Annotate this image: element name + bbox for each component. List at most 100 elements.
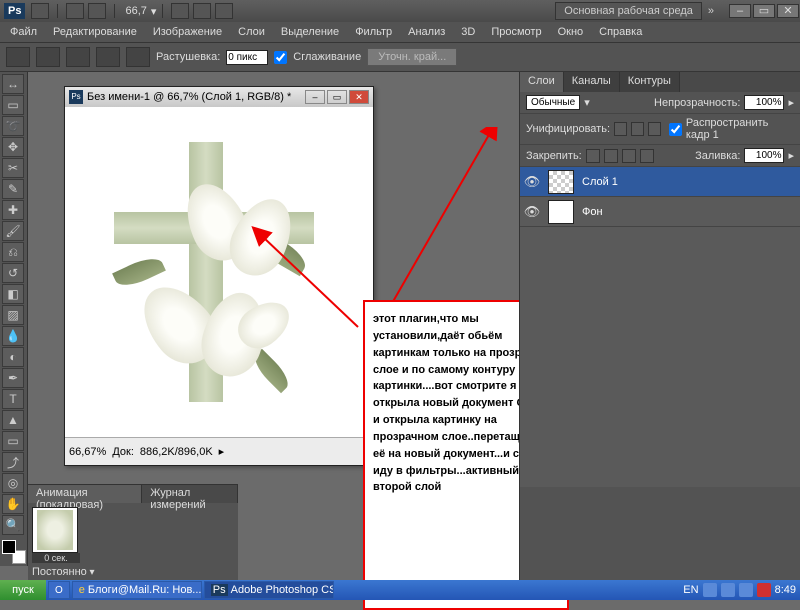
launch-bridge-icon[interactable]: [31, 3, 49, 19]
taskbar-opera-icon[interactable]: O: [48, 581, 70, 599]
doc-close-button[interactable]: ✕: [349, 90, 369, 104]
view-extras-icon[interactable]: [171, 3, 189, 19]
document-canvas[interactable]: [65, 107, 373, 437]
tab-paths[interactable]: Контуры: [620, 72, 680, 92]
menu-layers[interactable]: Слои: [232, 24, 271, 40]
layer-thumbnail[interactable]: [548, 170, 574, 194]
expand-panels-icon[interactable]: »: [708, 5, 714, 17]
doc-maximize-button[interactable]: ▭: [327, 90, 347, 104]
hand-tool[interactable]: ✋: [2, 494, 24, 514]
feather-input[interactable]: [226, 50, 268, 65]
selection-mode-add-icon[interactable]: [66, 47, 90, 67]
color-swatches[interactable]: [2, 540, 26, 564]
taskbar-button-browser[interactable]: eБлоги@Mail.Ru: Нов...: [72, 581, 202, 599]
selection-mode-intersect-icon[interactable]: [126, 47, 150, 67]
zoom-level[interactable]: 66,7: [125, 5, 146, 17]
menu-window[interactable]: Окно: [552, 24, 590, 40]
tray-lang[interactable]: EN: [683, 584, 698, 596]
propagate-checkbox[interactable]: [669, 123, 682, 136]
gradient-tool[interactable]: ▨: [2, 305, 24, 325]
unify-position-icon[interactable]: [614, 122, 627, 136]
tray-icon[interactable]: [739, 583, 753, 597]
healing-brush-tool[interactable]: ✚: [2, 200, 24, 220]
clone-stamp-tool[interactable]: ⎌: [2, 242, 24, 262]
menu-view[interactable]: Просмотр: [485, 24, 547, 40]
taskbar-button-photoshop[interactable]: PsAdobe Photoshop CS...: [204, 581, 334, 599]
doc-zoom-display[interactable]: 66,67%: [69, 446, 106, 458]
arrange-docs-icon[interactable]: [193, 3, 211, 19]
maximize-button[interactable]: ▭: [753, 4, 775, 18]
fg-color[interactable]: [2, 540, 16, 554]
menu-image[interactable]: Изображение: [147, 24, 228, 40]
lock-pixels-icon[interactable]: [604, 149, 618, 163]
unify-style-icon[interactable]: [648, 122, 661, 136]
history-brush-tool[interactable]: ↺: [2, 263, 24, 283]
document-titlebar[interactable]: Ps Без имени-1 @ 66,7% (Слой 1, RGB/8) *…: [65, 87, 373, 107]
layers-empty-area[interactable]: [520, 227, 800, 487]
lock-all-icon[interactable]: [640, 149, 654, 163]
layer-row[interactable]: 👁 Фон: [520, 197, 800, 227]
refine-edge-button[interactable]: Уточн. край...: [367, 48, 457, 66]
menu-3d[interactable]: 3D: [455, 24, 481, 40]
frame-delay[interactable]: 0 сек.: [32, 553, 80, 563]
lasso-tool[interactable]: ➰: [2, 116, 24, 136]
pen-tool[interactable]: ✒: [2, 368, 24, 388]
3d-rotate-tool[interactable]: ⤴: [2, 452, 24, 472]
tab-layers[interactable]: Слои: [520, 72, 564, 92]
tab-measurement-log[interactable]: Журнал измерений: [142, 485, 238, 503]
workspace-switcher[interactable]: Основная рабочая среда: [555, 2, 702, 20]
type-tool[interactable]: T: [2, 389, 24, 409]
menu-filter[interactable]: Фильтр: [349, 24, 398, 40]
hand-tool-icon[interactable]: [66, 3, 84, 19]
tray-icon[interactable]: [721, 583, 735, 597]
menu-select[interactable]: Выделение: [275, 24, 345, 40]
eye-icon[interactable]: 👁: [520, 174, 544, 190]
menu-edit[interactable]: Редактирование: [47, 24, 143, 40]
close-button[interactable]: ✕: [777, 4, 799, 18]
minimize-button[interactable]: ‒: [729, 4, 751, 18]
crop-tool[interactable]: ✂: [2, 158, 24, 178]
menu-analysis[interactable]: Анализ: [402, 24, 451, 40]
tray-clock[interactable]: 8:49: [775, 584, 796, 596]
eyedropper-tool[interactable]: ✎: [2, 179, 24, 199]
zoom-tool[interactable]: 🔍: [2, 515, 24, 535]
blend-mode-select[interactable]: Обычные: [526, 95, 580, 110]
start-button[interactable]: пуск: [0, 580, 46, 600]
brush-tool[interactable]: 🖌: [2, 221, 24, 241]
dodge-tool[interactable]: ◐: [2, 347, 24, 367]
menu-file[interactable]: Файл: [4, 24, 43, 40]
animation-frame-1[interactable]: 0 сек.: [32, 507, 80, 563]
tray-icon[interactable]: [703, 583, 717, 597]
marquee-tool[interactable]: ▭: [2, 95, 24, 115]
path-select-tool[interactable]: ▲: [2, 410, 24, 430]
menu-help[interactable]: Справка: [593, 24, 648, 40]
lock-transparent-icon[interactable]: [586, 149, 600, 163]
selection-mode-new-icon[interactable]: [36, 47, 60, 67]
tray-avira-icon[interactable]: [757, 583, 771, 597]
doc-minimize-button[interactable]: ‒: [305, 90, 325, 104]
opacity-input[interactable]: 100%: [744, 95, 784, 110]
move-tool[interactable]: ↔: [2, 74, 24, 94]
layer-thumbnail[interactable]: [548, 200, 574, 224]
selection-mode-subtract-icon[interactable]: [96, 47, 120, 67]
doc-info-menu-icon[interactable]: ▸: [219, 445, 225, 458]
3d-camera-tool[interactable]: ◎: [2, 473, 24, 493]
current-tool-icon[interactable]: [6, 47, 30, 67]
eye-icon[interactable]: 👁: [520, 204, 544, 220]
zoom-tool-icon[interactable]: [88, 3, 106, 19]
shape-tool[interactable]: ▭: [2, 431, 24, 451]
tab-animation[interactable]: Анимация (покадровая): [28, 485, 142, 503]
screen-mode-icon[interactable]: [215, 3, 233, 19]
tab-channels[interactable]: Каналы: [564, 72, 620, 92]
quick-select-tool[interactable]: ✥: [2, 137, 24, 157]
blur-tool[interactable]: 💧: [2, 326, 24, 346]
unify-visibility-icon[interactable]: [631, 122, 644, 136]
layer-name[interactable]: Фон: [578, 206, 800, 218]
fill-input[interactable]: 100%: [744, 148, 784, 163]
eraser-tool[interactable]: ◧: [2, 284, 24, 304]
layer-name[interactable]: Слой 1: [578, 176, 800, 188]
layer-row[interactable]: 👁 Слой 1: [520, 167, 800, 197]
lock-position-icon[interactable]: [622, 149, 636, 163]
loop-selector[interactable]: Постоянно ▾: [32, 566, 95, 578]
antialias-checkbox[interactable]: [274, 51, 287, 64]
